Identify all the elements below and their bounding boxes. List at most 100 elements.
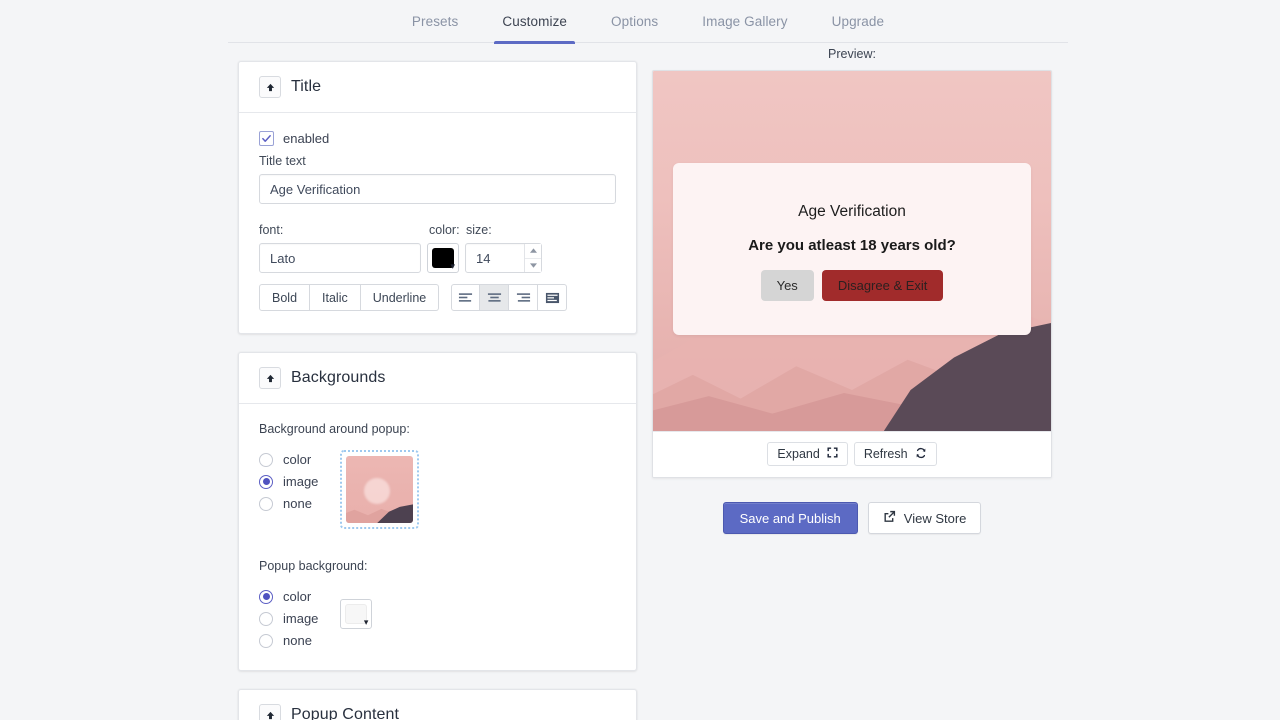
chevron-down-icon: ▾ [450,261,455,271]
background-around-popup-radios: color image none [259,450,318,511]
app-root: Presets Customize Options Image Gallery … [0,0,1280,720]
sun-shape [364,477,391,504]
alignment-group [451,284,568,311]
main-navbar: Presets Customize Options Image Gallery … [228,0,1068,44]
action-buttons: Save and Publish View Store [652,502,1052,534]
external-link-icon [883,510,896,526]
age-verification-popup: Age Verification Are you atleast 18 year… [673,163,1031,335]
radio-popup-color-label: color [283,589,312,604]
popup-background-label: Popup background: [259,559,368,573]
view-store-label: View Store [903,510,967,526]
font-style-group: Bold Italic Underline [259,284,440,311]
radio-around-color-input[interactable] [259,452,273,467]
title-color-picker[interactable]: ▾ [427,243,459,273]
refresh-button[interactable]: Refresh [853,442,937,466]
panel-title-header: Title [239,62,636,113]
panel-popup-content: Popup Content [238,689,637,720]
title-text-input[interactable] [259,174,616,204]
background-image-preview [346,456,414,523]
radio-popup-none[interactable]: none [259,633,318,648]
font-family-input[interactable] [259,243,421,273]
font-label: font: [259,223,284,237]
popup-background-color-picker[interactable]: ▾ [340,599,373,629]
panel-title-body: enabled Title text font: color: size: ▾ [239,113,636,333]
expand-button[interactable]: Expand [767,442,848,466]
tab-image-gallery[interactable]: Image Gallery [680,0,809,43]
arrow-up-icon[interactable] [259,76,281,98]
nav-tabs: Presets Customize Options Image Gallery … [390,0,907,44]
panel-title-heading: Title [291,78,322,95]
background-around-popup-label: Background around popup: [259,422,410,436]
panel-backgrounds-header: Backgrounds [239,353,636,404]
radio-around-none-label: none [283,496,312,511]
radio-popup-none-label: none [283,633,312,648]
radio-around-image[interactable]: image [259,474,318,489]
radio-popup-image-input[interactable] [259,611,273,626]
preview-label: Preview: [828,47,876,61]
panel-popup-content-header: Popup Content [239,690,636,720]
popup-buttons: Yes Disagree & Exit [693,270,1011,301]
background-image-thumbnail[interactable] [340,450,420,529]
radio-around-none-input[interactable] [259,496,273,511]
radio-popup-color[interactable]: color [259,589,318,604]
view-store-button[interactable]: View Store [867,502,982,534]
radio-around-image-label: image [283,474,319,489]
tab-customize[interactable]: Customize [480,0,589,44]
title-text-label: Title text [259,154,306,168]
popup-background-group: color image none ▾ [259,587,616,648]
chevron-down-icon: ▾ [363,617,369,627]
spinner-up-icon[interactable] [525,244,541,259]
align-right-icon[interactable] [509,284,539,311]
popup-background-radios: color image none [259,587,318,648]
font-size-stepper[interactable] [465,243,542,273]
radio-around-color-label: color [283,452,312,467]
preview-frame: Age Verification Are you atleast 18 year… [652,70,1052,478]
arrow-up-icon[interactable] [259,704,281,720]
radio-around-image-input[interactable] [259,474,273,489]
refresh-icon [915,447,927,462]
spinner-down-icon[interactable] [525,258,541,272]
text-style-toolbar: Bold Italic Underline [259,284,616,311]
save-and-publish-button[interactable]: Save and Publish [722,502,858,534]
panel-popup-content-heading: Popup Content [291,706,400,720]
radio-around-color[interactable]: color [259,452,318,467]
popup-accept-button[interactable]: Yes [760,270,814,301]
font-row-controls: ▾ [259,243,616,273]
preview-toolbar: Expand Refresh [653,431,1051,477]
popup-title: Age Verification [798,203,906,220]
radio-popup-none-input[interactable] [259,633,273,648]
font-row-labels: font: color: size: [259,223,616,237]
panel-backgrounds-body: Background around popup: color image non… [239,404,636,670]
title-enabled-label: enabled [283,131,330,146]
italic-button[interactable]: Italic [310,284,361,311]
align-justify-icon[interactable] [538,284,568,311]
expand-button-label: Expand [777,447,820,461]
underline-button[interactable]: Underline [360,284,440,311]
tab-options[interactable]: Options [589,0,680,43]
checkbox-title-enabled[interactable] [259,131,274,146]
font-size-spinner [524,244,541,272]
align-left-icon[interactable] [451,284,481,311]
radio-popup-image-label: image [283,611,319,626]
expand-icon [827,447,838,461]
size-label: size: [466,223,492,237]
popup-decline-button[interactable]: Disagree & Exit [821,270,944,301]
radio-popup-image[interactable]: image [259,611,318,626]
popup-description: Are you atleast 18 years old? [748,237,956,254]
tab-presets[interactable]: Presets [390,0,480,43]
font-size-input[interactable] [466,244,524,272]
arrow-up-icon[interactable] [259,367,281,389]
panel-backgrounds-heading: Backgrounds [291,369,386,386]
preview-column: Preview: Age Verification Are you atleas… [652,47,1052,534]
radio-around-none[interactable]: none [259,496,318,511]
background-around-popup-group: color image none [259,450,616,529]
preview-canvas: Age Verification Are you atleast 18 year… [653,71,1051,431]
align-center-icon[interactable] [480,284,510,311]
title-enabled-row[interactable]: enabled [259,131,616,146]
refresh-button-label: Refresh [863,447,908,461]
bold-button[interactable]: Bold [259,284,311,311]
settings-column: Title enabled Title text font: color: [238,61,637,720]
panel-backgrounds: Backgrounds Background around popup: col… [238,352,637,671]
tab-upgrade[interactable]: Upgrade [810,0,907,43]
radio-popup-color-input[interactable] [259,589,273,604]
